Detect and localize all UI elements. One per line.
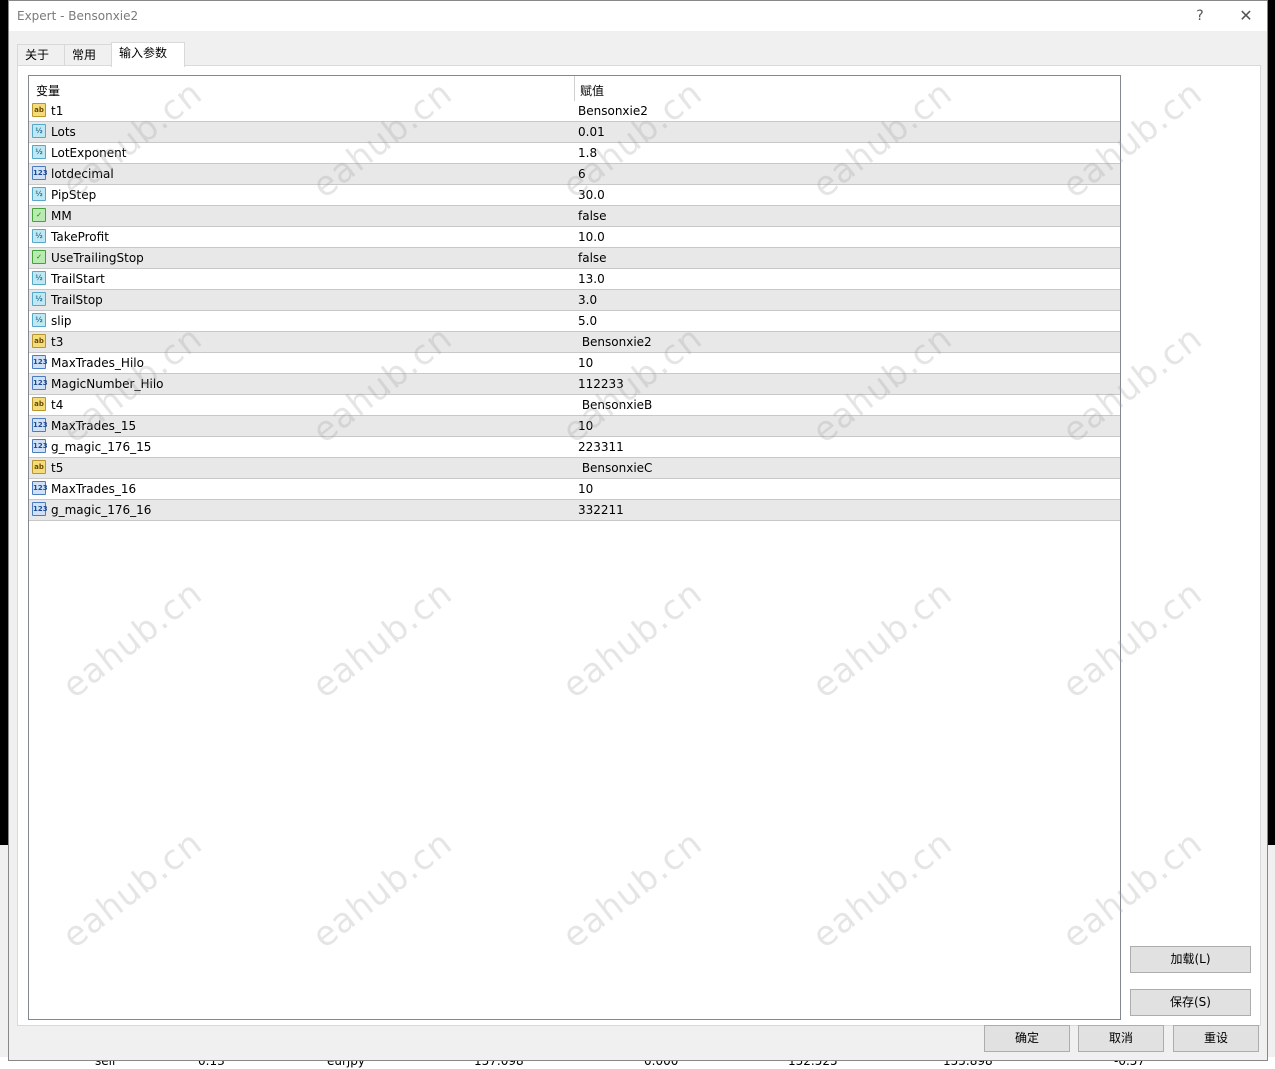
- parameter-row[interactable]: 123 MaxTrades_16 10: [29, 479, 1120, 500]
- parameter-row[interactable]: ✓ MM false: [29, 206, 1120, 227]
- parameter-row[interactable]: ½ LotExponent 1.8: [29, 143, 1120, 164]
- parameter-name: g_magic_176_15: [51, 440, 152, 454]
- string-type-icon: ab: [32, 334, 46, 348]
- string-type-icon: ab: [32, 397, 46, 411]
- parameter-value[interactable]: 10: [578, 419, 593, 433]
- inputs-panel: 变量 赋值 ab t1 Bensonxie2 ½ Lots 0.01 ½ LotExponen…: [17, 65, 1261, 1026]
- column-header-variable[interactable]: 变量: [36, 82, 60, 99]
- double-type-icon: ½: [32, 313, 46, 327]
- double-type-icon: ½: [32, 229, 46, 243]
- parameter-value[interactable]: 112233: [578, 377, 624, 391]
- reset-button[interactable]: 重设: [1173, 1025, 1259, 1052]
- parameter-value[interactable]: 332211: [578, 503, 624, 517]
- expert-properties-dialog: Expert - Bensonxie2 ? ✕ 关于 常用 输入参数 变量 赋值…: [8, 0, 1268, 1061]
- boolean-type-icon: ✓: [32, 250, 46, 264]
- boolean-type-icon: ✓: [32, 208, 46, 222]
- parameter-value[interactable]: false: [578, 209, 607, 223]
- parameter-row[interactable]: ½ slip 5.0: [29, 311, 1120, 332]
- parameter-row[interactable]: 123 g_magic_176_15 223311: [29, 437, 1120, 458]
- parameter-value[interactable]: BensonxieB: [578, 398, 652, 412]
- parameter-name: MM: [51, 209, 72, 223]
- parameter-name: MagicNumber_Hilo: [51, 377, 164, 391]
- integer-type-icon: 123: [32, 502, 48, 516]
- parameter-value[interactable]: BensonxieC: [578, 461, 653, 475]
- integer-type-icon: 123: [32, 439, 48, 453]
- parameter-value[interactable]: 10: [578, 482, 593, 496]
- parameter-name: g_magic_176_16: [51, 503, 152, 517]
- parameter-value[interactable]: Bensonxie2: [578, 104, 648, 118]
- double-type-icon: ½: [32, 292, 46, 306]
- string-type-icon: ab: [32, 103, 46, 117]
- parameter-name: t4: [51, 398, 64, 412]
- parameter-row[interactable]: 123 lotdecimal 6: [29, 164, 1120, 185]
- double-type-icon: ½: [32, 124, 46, 138]
- load-button[interactable]: 加载(L): [1130, 946, 1251, 973]
- parameter-name: TrailStop: [51, 293, 103, 307]
- integer-type-icon: 123: [32, 481, 48, 495]
- grid-rows: ab t1 Bensonxie2 ½ Lots 0.01 ½ LotExponent 1.8 12…: [29, 101, 1120, 521]
- parameter-name: TrailStart: [51, 272, 105, 286]
- integer-type-icon: 123: [32, 166, 48, 180]
- parameter-row[interactable]: ab t5 BensonxieC: [29, 458, 1120, 479]
- parameter-value[interactable]: 0.01: [578, 125, 605, 139]
- parameter-value[interactable]: 10: [578, 356, 593, 370]
- parameter-row[interactable]: ½ TakeProfit 10.0: [29, 227, 1120, 248]
- parameter-row[interactable]: 123 MaxTrades_Hilo 10: [29, 353, 1120, 374]
- background-terminal-right: [1267, 845, 1275, 1069]
- window-title: Expert - Bensonxie2: [17, 9, 139, 23]
- double-type-icon: ½: [32, 271, 46, 285]
- parameter-name: lotdecimal: [51, 167, 114, 181]
- parameter-value[interactable]: 223311: [578, 440, 624, 454]
- integer-type-icon: 123: [32, 355, 48, 369]
- parameter-name: slip: [51, 314, 72, 328]
- double-type-icon: ½: [32, 187, 46, 201]
- parameter-value[interactable]: 3.0: [578, 293, 597, 307]
- parameter-row[interactable]: ✓ UseTrailingStop false: [29, 248, 1120, 269]
- parameter-value[interactable]: Bensonxie2: [578, 335, 652, 349]
- tab-about[interactable]: 关于: [17, 44, 65, 65]
- integer-type-icon: 123: [32, 418, 48, 432]
- parameter-value[interactable]: 1.8: [578, 146, 597, 160]
- title-bar[interactable]: Expert - Bensonxie2 ? ✕: [9, 1, 1267, 31]
- parameter-name: MaxTrades_16: [51, 482, 137, 496]
- tab-inputs[interactable]: 输入参数: [111, 42, 185, 67]
- parameter-value[interactable]: 13.0: [578, 272, 605, 286]
- save-button[interactable]: 保存(S): [1130, 989, 1251, 1016]
- parameter-name: MaxTrades_15: [51, 419, 137, 433]
- parameter-value[interactable]: 30.0: [578, 188, 605, 202]
- parameter-name: PipStep: [51, 188, 97, 202]
- string-type-icon: ab: [32, 460, 46, 474]
- parameter-row[interactable]: ab t1 Bensonxie2: [29, 101, 1120, 122]
- parameter-row[interactable]: 123 MaxTrades_15 10: [29, 416, 1120, 437]
- parameter-row[interactable]: ½ Lots 0.01: [29, 122, 1120, 143]
- parameter-name: UseTrailingStop: [51, 251, 144, 265]
- parameter-name: LotExponent: [51, 146, 127, 160]
- parameter-name: MaxTrades_Hilo: [51, 356, 144, 370]
- parameter-row[interactable]: ½ TrailStop 3.0: [29, 290, 1120, 311]
- double-type-icon: ½: [32, 145, 46, 159]
- parameter-row[interactable]: ab t3 Bensonxie2: [29, 332, 1120, 353]
- help-button[interactable]: ?: [1185, 5, 1215, 27]
- parameter-row[interactable]: 123 g_magic_176_16 332211: [29, 500, 1120, 521]
- parameter-name: t3: [51, 335, 64, 349]
- parameter-value[interactable]: 6: [578, 167, 586, 181]
- column-header-value[interactable]: 赋值: [580, 82, 604, 99]
- close-button[interactable]: ✕: [1231, 5, 1261, 27]
- ok-button[interactable]: 确定: [984, 1025, 1070, 1052]
- parameter-row[interactable]: 123 MagicNumber_Hilo 112233: [29, 374, 1120, 395]
- parameter-value[interactable]: 10.0: [578, 230, 605, 244]
- tab-common[interactable]: 常用: [64, 44, 112, 65]
- cancel-button[interactable]: 取消: [1078, 1025, 1164, 1052]
- inputs-grid[interactable]: 变量 赋值 ab t1 Bensonxie2 ½ Lots 0.01 ½ LotExponen…: [28, 75, 1121, 1020]
- parameter-name: t1: [51, 104, 64, 118]
- parameter-value[interactable]: 5.0: [578, 314, 597, 328]
- parameter-row[interactable]: ½ PipStep 30.0: [29, 185, 1120, 206]
- integer-type-icon: 123: [32, 376, 48, 390]
- parameter-row[interactable]: ½ TrailStart 13.0: [29, 269, 1120, 290]
- parameter-value[interactable]: false: [578, 251, 607, 265]
- parameter-name: TakeProfit: [51, 230, 109, 244]
- parameter-row[interactable]: ab t4 BensonxieB: [29, 395, 1120, 416]
- parameter-name: t5: [51, 461, 64, 475]
- parameter-name: Lots: [51, 125, 76, 139]
